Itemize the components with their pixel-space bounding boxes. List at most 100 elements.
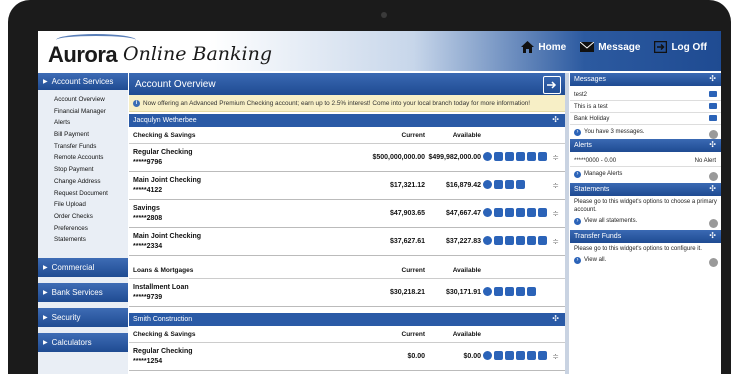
move-icon[interactable]: ✣ [552, 115, 559, 124]
triangle-right-icon: ▶ [43, 289, 48, 296]
book-icon[interactable] [505, 351, 514, 360]
checks-icon[interactable] [527, 287, 536, 296]
transfer-icon[interactable] [516, 287, 525, 296]
sidebar-section-security[interactable]: ▶ Security [38, 307, 128, 327]
sidebar-item-alerts[interactable]: Alerts [38, 117, 128, 129]
panel-scrollbar[interactable] [565, 73, 569, 374]
account-row[interactable]: Regular Checking *****9796 $500,000,000.… [129, 144, 565, 172]
account-row[interactable]: Installment Loan *****9739 $30,218.21 $3… [129, 279, 565, 307]
users-icon[interactable] [527, 208, 536, 217]
sidebar-item-transfer-funds[interactable]: Transfer Funds [38, 141, 128, 153]
account-name[interactable]: Main Joint Checking [133, 233, 201, 240]
transfer-icon[interactable] [516, 351, 525, 360]
view-all-link[interactable]: › View all. [570, 253, 721, 267]
statement-icon[interactable] [494, 152, 503, 161]
account-name[interactable]: Regular Checking [133, 149, 193, 156]
sidebar-item-remote-accounts[interactable]: Remote Accounts [38, 152, 128, 164]
book-icon[interactable] [505, 287, 514, 296]
message-item[interactable]: This is a test [570, 101, 721, 113]
users-icon[interactable] [527, 152, 536, 161]
book-icon[interactable] [505, 180, 514, 189]
move-icon[interactable]: ✣ [709, 184, 716, 193]
sidebar-item-change-address[interactable]: Change Address [38, 176, 128, 188]
group-header: Loans & Mortgages Current Available [129, 262, 565, 279]
sidebar-item-order-checks[interactable]: Order Checks [38, 211, 128, 223]
users-icon[interactable] [527, 351, 536, 360]
sidebar-item-bill-payment[interactable]: Bill Payment [38, 129, 128, 141]
export-button[interactable] [543, 76, 561, 94]
sidebar-item-request-document[interactable]: Request Document [38, 188, 128, 200]
sidebar-item-stop-payment[interactable]: Stop Payment [38, 164, 128, 176]
statement-icon[interactable] [494, 208, 503, 217]
history-icon[interactable] [483, 180, 492, 189]
sidebar-section-calculators[interactable]: ▶ Calculators [38, 332, 128, 352]
statement-icon[interactable] [494, 287, 503, 296]
transfer-icon[interactable] [516, 208, 525, 217]
history-icon[interactable] [483, 236, 492, 245]
gear-icon[interactable] [709, 219, 718, 228]
account-row[interactable]: Regular Checking *****1254 $0.00 $0.00 ≑ [129, 343, 565, 371]
logoff-link[interactable]: Log Off [654, 41, 707, 53]
book-icon[interactable] [505, 236, 514, 245]
sidebar-section-bank-services[interactable]: ▶ Bank Services [38, 282, 128, 302]
move-icon[interactable]: ✣ [709, 231, 716, 240]
envelope-icon [709, 115, 717, 121]
message-item[interactable]: Bank Holiday [570, 113, 721, 125]
sidebar-item-preferences[interactable]: Preferences [38, 223, 128, 235]
account-row[interactable]: Savings *****2808 $47,903.65 $47,667.47 … [129, 200, 565, 228]
sidebar-item-account-overview[interactable]: Account Overview [38, 94, 128, 106]
book-icon[interactable] [505, 208, 514, 217]
drag-handle-icon[interactable]: ≑ [552, 153, 559, 162]
gear-icon[interactable] [709, 130, 718, 139]
history-icon[interactable] [483, 351, 492, 360]
statement-icon[interactable] [494, 180, 503, 189]
message-link[interactable]: Message [580, 42, 640, 53]
checks-icon[interactable] [538, 152, 547, 161]
users-icon[interactable] [527, 236, 536, 245]
gear-icon[interactable] [709, 258, 718, 267]
view-statements-link[interactable]: › View all statements. [570, 214, 721, 228]
book-icon[interactable] [505, 152, 514, 161]
account-name[interactable]: Main Joint Checking [133, 177, 201, 184]
messages-footer[interactable]: › You have 3 messages. [570, 125, 721, 139]
envelope-icon [709, 103, 717, 109]
statements-widget-header: Statements ✣ [570, 183, 721, 196]
move-icon[interactable]: ✣ [709, 74, 716, 83]
sidebar-submenu: Account Overview Financial Manager Alert… [38, 92, 128, 250]
checks-icon[interactable] [538, 208, 547, 217]
checks-icon[interactable] [538, 236, 547, 245]
transfer-icon[interactable] [516, 152, 525, 161]
current-balance: $17,321.12 [389, 182, 425, 189]
sidebar-item-statements[interactable]: Statements [38, 234, 128, 246]
sidebar-item-financial-manager[interactable]: Financial Manager [38, 106, 128, 118]
sidebar-section-account-services[interactable]: ▶ Account Services [38, 73, 128, 90]
move-icon[interactable]: ✣ [552, 314, 559, 323]
transfer-icon[interactable] [516, 180, 525, 189]
sidebar-section-commercial[interactable]: ▶ Commercial [38, 257, 128, 277]
checks-icon[interactable] [538, 351, 547, 360]
account-name[interactable]: Regular Checking [133, 348, 193, 355]
account-name[interactable]: Savings [133, 205, 160, 212]
history-icon[interactable] [483, 152, 492, 161]
statement-icon[interactable] [494, 236, 503, 245]
account-name[interactable]: Installment Loan [133, 284, 189, 291]
account-row[interactable]: Main Joint Checking *****2334 $37,627.61… [129, 228, 565, 256]
drag-handle-icon[interactable]: ≑ [552, 237, 559, 246]
drag-handle-icon[interactable]: ≑ [552, 181, 559, 190]
message-item[interactable]: test2 [570, 89, 721, 101]
move-icon[interactable]: ✣ [709, 140, 716, 149]
transfer-icon[interactable] [516, 236, 525, 245]
account-row[interactable]: Main Joint Checking *****4122 $17,321.12… [129, 172, 565, 200]
history-icon[interactable] [483, 208, 492, 217]
gear-icon[interactable] [709, 172, 718, 181]
history-icon[interactable] [483, 287, 492, 296]
home-link-label: Home [538, 41, 567, 53]
drag-handle-icon[interactable]: ≑ [552, 209, 559, 218]
message-subject: Bank Holiday [574, 115, 610, 122]
manage-alerts-link[interactable]: › Manage Alerts [570, 167, 721, 181]
home-link[interactable]: Home [521, 41, 566, 53]
sidebar-section-label: Account Services [51, 77, 114, 86]
statement-icon[interactable] [494, 351, 503, 360]
sidebar-item-file-upload[interactable]: File Upload [38, 199, 128, 211]
drag-handle-icon[interactable]: ≑ [552, 352, 559, 361]
